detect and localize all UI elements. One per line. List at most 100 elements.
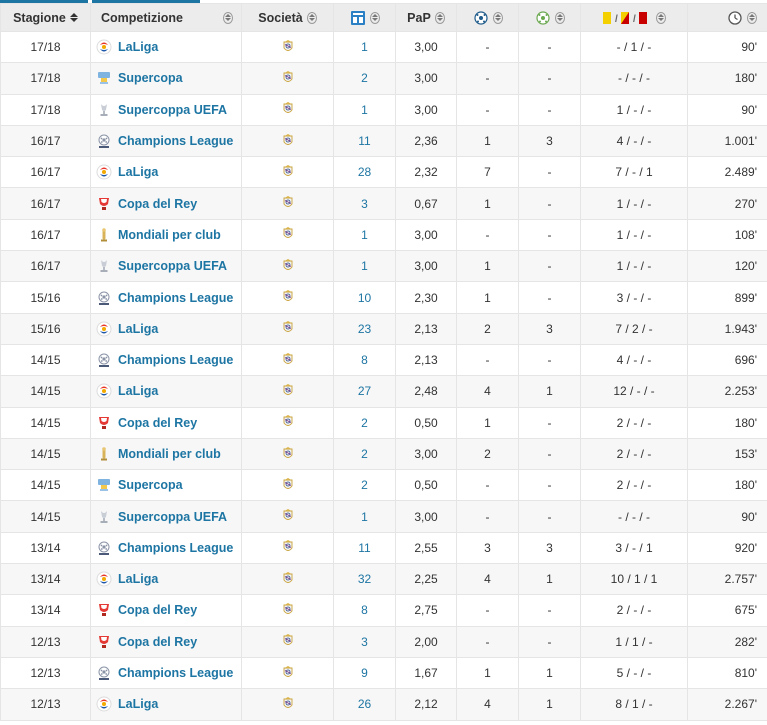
header-assists[interactable] (518, 3, 581, 32)
real-madrid-crest-icon[interactable] (282, 665, 294, 679)
champions-league-icon[interactable] (96, 352, 112, 368)
real-madrid-crest-icon[interactable] (282, 602, 294, 616)
header-cards[interactable]: / / (580, 3, 688, 32)
appearances-link[interactable]: 2 (361, 478, 368, 492)
appearances-link[interactable]: 8 (361, 353, 368, 367)
appearances-link[interactable]: 2 (361, 416, 368, 430)
competition-link[interactable]: LaLiga (118, 40, 158, 54)
appearances-link[interactable]: 28 (358, 165, 371, 179)
appearances-link[interactable]: 27 (358, 384, 371, 398)
real-madrid-crest-icon[interactable] (282, 164, 294, 178)
real-madrid-crest-icon[interactable] (282, 508, 294, 522)
supercopa-icon[interactable] (96, 477, 112, 493)
club-world-cup-icon[interactable] (96, 446, 112, 462)
appearances-link[interactable]: 1 (361, 259, 368, 273)
competition-link[interactable]: Supercoppa UEFA (118, 510, 227, 524)
real-madrid-crest-icon[interactable] (282, 226, 294, 240)
real-madrid-crest-icon[interactable] (282, 446, 294, 460)
competition-link[interactable]: Champions League (118, 541, 233, 555)
real-madrid-crest-icon[interactable] (282, 539, 294, 553)
appearances-link[interactable]: 11 (358, 134, 370, 148)
real-madrid-crest-icon[interactable] (282, 258, 294, 272)
copa-del-rey-icon[interactable] (96, 634, 112, 650)
sort-icon[interactable] (492, 11, 503, 24)
real-madrid-crest-icon[interactable] (282, 101, 294, 115)
real-madrid-crest-icon[interactable] (282, 352, 294, 366)
header-ppg[interactable]: PaP (395, 3, 457, 32)
copa-del-rey-icon[interactable] (96, 415, 112, 431)
uefa-supercup-icon[interactable] (96, 509, 112, 525)
competition-link[interactable]: Mondiali per club (118, 447, 221, 461)
appearances-link[interactable]: 8 (361, 603, 368, 617)
competition-link[interactable]: Copa del Rey (118, 603, 197, 617)
real-madrid-crest-icon[interactable] (282, 383, 294, 397)
real-madrid-crest-icon[interactable] (282, 195, 294, 209)
laliga-icon[interactable] (96, 383, 112, 399)
laliga-icon[interactable] (96, 321, 112, 337)
sort-icon[interactable] (369, 11, 380, 24)
competition-link[interactable]: LaLiga (118, 572, 158, 586)
real-madrid-crest-icon[interactable] (282, 39, 294, 53)
appearances-link[interactable]: 11 (358, 541, 370, 555)
appearances-link[interactable]: 1 (361, 40, 368, 54)
appearances-link[interactable]: 9 (361, 666, 368, 680)
appearances-link[interactable]: 1 (361, 228, 368, 242)
champions-league-icon[interactable] (96, 665, 112, 681)
club-world-cup-icon[interactable] (96, 227, 112, 243)
uefa-supercup-icon[interactable] (96, 102, 112, 118)
copa-del-rey-icon[interactable] (96, 196, 112, 212)
laliga-icon[interactable] (96, 39, 112, 55)
header-competition[interactable]: Competizione (90, 3, 242, 32)
laliga-icon[interactable] (96, 164, 112, 180)
appearances-link[interactable]: 23 (358, 322, 371, 336)
real-madrid-crest-icon[interactable] (282, 70, 294, 84)
header-season[interactable]: Stagione (0, 3, 91, 32)
appearances-link[interactable]: 1 (361, 103, 368, 117)
real-madrid-crest-icon[interactable] (282, 477, 294, 491)
competition-link[interactable]: Champions League (118, 353, 233, 367)
supercopa-icon[interactable] (96, 70, 112, 86)
sort-icon[interactable] (306, 11, 317, 24)
competition-link[interactable]: Champions League (118, 666, 233, 680)
competition-link[interactable]: Copa del Rey (118, 197, 197, 211)
champions-league-icon[interactable] (96, 540, 112, 556)
appearances-link[interactable]: 32 (358, 572, 371, 586)
sort-icon[interactable] (656, 11, 666, 24)
header-club[interactable]: Società (241, 3, 334, 32)
real-madrid-crest-icon[interactable] (282, 633, 294, 647)
header-appearances[interactable] (333, 3, 396, 32)
appearances-link[interactable]: 2 (361, 71, 368, 85)
real-madrid-crest-icon[interactable] (282, 414, 294, 428)
sort-icon[interactable] (434, 11, 445, 24)
sort-active-icon[interactable] (69, 13, 78, 22)
competition-link[interactable]: Supercopa (118, 71, 183, 85)
champions-league-icon[interactable] (96, 133, 112, 149)
appearances-link[interactable]: 3 (361, 635, 368, 649)
real-madrid-crest-icon[interactable] (282, 696, 294, 710)
sort-icon[interactable] (554, 11, 565, 24)
competition-link[interactable]: LaLiga (118, 384, 158, 398)
uefa-supercup-icon[interactable] (96, 258, 112, 274)
real-madrid-crest-icon[interactable] (282, 571, 294, 585)
laliga-icon[interactable] (96, 696, 112, 712)
competition-link[interactable]: Mondiali per club (118, 228, 221, 242)
sort-icon[interactable] (223, 11, 233, 24)
appearances-link[interactable]: 2 (361, 447, 368, 461)
competition-link[interactable]: Champions League (118, 134, 233, 148)
header-goals[interactable] (456, 3, 519, 32)
competition-link[interactable]: Copa del Rey (118, 416, 197, 430)
laliga-icon[interactable] (96, 571, 112, 587)
copa-del-rey-icon[interactable] (96, 602, 112, 618)
sort-icon[interactable] (747, 11, 757, 24)
header-minutes[interactable] (687, 3, 767, 32)
appearances-link[interactable]: 26 (358, 697, 371, 711)
competition-link[interactable]: Copa del Rey (118, 635, 197, 649)
appearances-link[interactable]: 1 (361, 510, 368, 524)
appearances-link[interactable]: 10 (358, 291, 371, 305)
competition-link[interactable]: Supercoppa UEFA (118, 103, 227, 117)
champions-league-icon[interactable] (96, 290, 112, 306)
real-madrid-crest-icon[interactable] (282, 133, 294, 147)
real-madrid-crest-icon[interactable] (282, 320, 294, 334)
competition-link[interactable]: LaLiga (118, 165, 158, 179)
competition-link[interactable]: LaLiga (118, 697, 158, 711)
